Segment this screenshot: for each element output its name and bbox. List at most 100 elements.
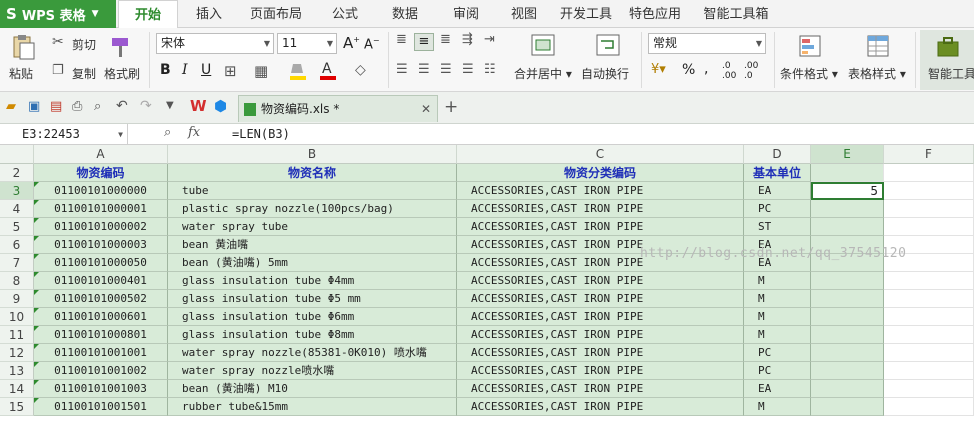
- cell-f[interactable]: [884, 380, 974, 398]
- cell-e[interactable]: [811, 398, 884, 416]
- cell-material-name[interactable]: bean (黄油嘴) 5mm: [168, 254, 457, 272]
- header-cell[interactable]: 物资编码: [34, 164, 168, 182]
- column-header-c[interactable]: C: [457, 145, 744, 164]
- merge-center-icon[interactable]: [531, 34, 555, 56]
- cell-f[interactable]: [884, 308, 974, 326]
- cell-material-name[interactable]: glass insulation tube Φ5 mm: [168, 290, 457, 308]
- wrap-text-button[interactable]: 自动换行: [581, 65, 629, 82]
- cell-base-unit[interactable]: PC: [744, 362, 811, 380]
- row-header[interactable]: 7: [0, 254, 34, 272]
- cut-icon[interactable]: ✂: [52, 34, 64, 50]
- tab-menu-4[interactable]: 数据: [380, 0, 430, 28]
- print-preview-icon[interactable]: ⌕: [94, 99, 101, 114]
- column-header-a[interactable]: A: [34, 145, 168, 164]
- row-header[interactable]: 12: [0, 344, 34, 362]
- clear-format-icon[interactable]: ◇: [355, 62, 366, 78]
- cell-material-name[interactable]: water spray nozzle喷水嘴: [168, 362, 457, 380]
- align-middle-icon[interactable]: ≡: [414, 33, 434, 51]
- cell-material-code[interactable]: 01100101000601: [34, 308, 168, 326]
- active-cell-e3[interactable]: 5: [811, 182, 884, 200]
- bold-button[interactable]: B: [160, 62, 171, 78]
- smart-tools-button[interactable]: 智能工具: [920, 30, 974, 90]
- cell-base-unit[interactable]: M: [744, 308, 811, 326]
- tab-menu-2[interactable]: 页面布局: [240, 0, 312, 28]
- row-header[interactable]: 8: [0, 272, 34, 290]
- conditional-format-icon[interactable]: [798, 34, 822, 58]
- cell-category-code[interactable]: ACCESSORIES,CAST IRON PIPE: [457, 272, 744, 290]
- column-header-b[interactable]: B: [168, 145, 457, 164]
- cell-f[interactable]: [884, 362, 974, 380]
- open-folder-icon[interactable]: ▰: [6, 99, 16, 114]
- spreadsheet-grid[interactable]: A B C D E F 2 物资编码 物资名称 物资分类编码 基本单位 3 01100101000000…: [0, 145, 974, 422]
- header-cell[interactable]: 基本单位: [744, 164, 811, 182]
- cell-f[interactable]: [884, 218, 974, 236]
- align-top-icon[interactable]: ≣: [396, 32, 407, 47]
- close-icon[interactable]: ✕: [421, 96, 431, 122]
- package-icon[interactable]: ⬢: [214, 97, 227, 115]
- cell-base-unit[interactable]: PC: [744, 200, 811, 218]
- cell-material-code[interactable]: 01100101001501: [34, 398, 168, 416]
- cell-material-name[interactable]: water spray nozzle(85381-0K010) 喷水嘴: [168, 344, 457, 362]
- cell-f[interactable]: [884, 290, 974, 308]
- row-header[interactable]: 13: [0, 362, 34, 380]
- cell-f[interactable]: [884, 200, 974, 218]
- cell-material-code[interactable]: 01100101000000: [34, 182, 168, 200]
- new-tab-icon[interactable]: +: [444, 97, 458, 117]
- copy-button[interactable]: 复制: [72, 65, 96, 82]
- format-painter-icon[interactable]: [108, 34, 134, 60]
- cell-material-name[interactable]: rubber tube&15mm: [168, 398, 457, 416]
- tab-menu-8[interactable]: 特色应用: [624, 0, 686, 28]
- font-name-select[interactable]: 宋体 ▼: [156, 33, 274, 54]
- row-header[interactable]: 4: [0, 200, 34, 218]
- cell-material-name[interactable]: glass insulation tube Φ8mm: [168, 326, 457, 344]
- cell-category-code[interactable]: ACCESSORIES,CAST IRON PIPE: [457, 398, 744, 416]
- number-format-select[interactable]: 常规 ▼: [648, 33, 766, 54]
- distributed-icon[interactable]: ☷: [484, 62, 496, 77]
- tab-menu-7[interactable]: 开发工具: [556, 0, 616, 28]
- copy-icon[interactable]: ❐: [52, 63, 64, 78]
- wps-cloud-icon[interactable]: W: [190, 97, 207, 115]
- paste-button[interactable]: 粘贴: [9, 65, 33, 82]
- cell-base-unit[interactable]: M: [744, 272, 811, 290]
- cell-material-name[interactable]: water spray tube: [168, 218, 457, 236]
- save-icon[interactable]: ▣: [28, 99, 40, 114]
- tab-menu-5[interactable]: 审阅: [442, 0, 490, 28]
- cell-category-code[interactable]: ACCESSORIES,CAST IRON PIPE: [457, 326, 744, 344]
- cell-base-unit[interactable]: EA: [744, 380, 811, 398]
- cell-e[interactable]: [811, 308, 884, 326]
- cell-border-style-icon[interactable]: ▦: [254, 62, 268, 80]
- indent-icon[interactable]: ⇥: [484, 32, 495, 47]
- cell-material-code[interactable]: 01100101001003: [34, 380, 168, 398]
- fill-color-icon[interactable]: [288, 60, 308, 82]
- cell-material-code[interactable]: 01100101000502: [34, 290, 168, 308]
- row-header[interactable]: 5: [0, 218, 34, 236]
- export-pdf-icon[interactable]: ▤: [50, 99, 62, 114]
- cell-e[interactable]: [811, 380, 884, 398]
- currency-icon[interactable]: ¥▾: [651, 62, 666, 77]
- wps-app-menu[interactable]: S WPS 表格 ▼: [0, 0, 116, 28]
- format-painter-button[interactable]: 格式刷: [104, 65, 140, 82]
- table-style-button[interactable]: 表格样式 ▾: [848, 65, 906, 82]
- row-header[interactable]: 9: [0, 290, 34, 308]
- cell-e[interactable]: [811, 218, 884, 236]
- cell-e[interactable]: [811, 272, 884, 290]
- tab-menu-9[interactable]: 智能工具箱: [694, 0, 778, 28]
- header-cell[interactable]: 物资分类编码: [457, 164, 744, 182]
- cell-base-unit[interactable]: EA: [744, 182, 811, 200]
- align-left-icon[interactable]: ☰: [396, 62, 408, 77]
- tab-home[interactable]: 开始: [118, 0, 178, 29]
- text-direction-icon[interactable]: ⇶: [462, 32, 473, 47]
- cell-material-code[interactable]: 01100101000002: [34, 218, 168, 236]
- cell-f[interactable]: [884, 272, 974, 290]
- increase-decimal-icon[interactable]: .0.00: [722, 61, 736, 81]
- cell-e[interactable]: [811, 344, 884, 362]
- cell-material-code[interactable]: 01100101000003: [34, 236, 168, 254]
- cell-material-name[interactable]: tube: [168, 182, 457, 200]
- row-header[interactable]: 3: [0, 182, 34, 200]
- cell-e[interactable]: [811, 362, 884, 380]
- decrease-font-icon[interactable]: A−: [364, 36, 380, 52]
- cell-base-unit[interactable]: ST: [744, 218, 811, 236]
- formula-input[interactable]: =LEN(B3): [232, 124, 290, 145]
- cell-category-code[interactable]: ACCESSORIES,CAST IRON PIPE: [457, 182, 744, 200]
- cell-e[interactable]: [811, 200, 884, 218]
